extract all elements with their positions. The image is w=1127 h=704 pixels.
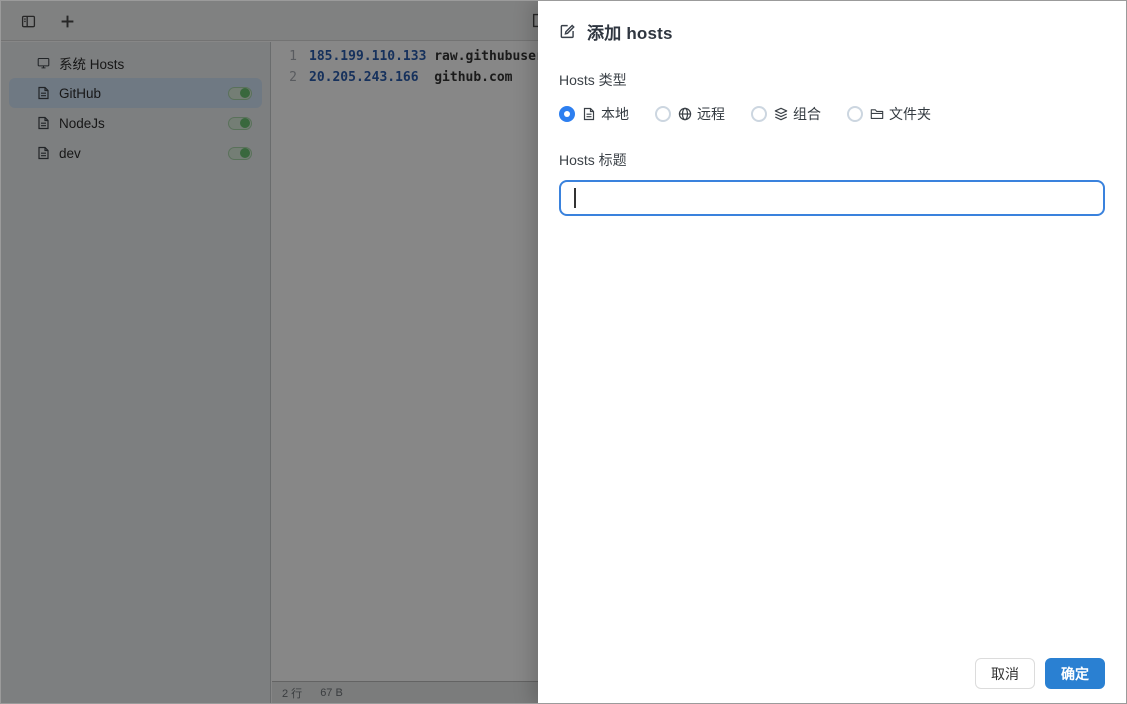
- file-icon: [582, 107, 596, 121]
- radio-option-folder[interactable]: 文件夹: [847, 104, 931, 124]
- add-hosts-drawer: 添加 hosts Hosts 类型 本地 远程 组合 文件夹 Hosts 标题 …: [538, 1, 1126, 703]
- radio-circle: [655, 106, 671, 122]
- radio-label: 组合: [793, 106, 821, 122]
- radio-circle: [559, 106, 575, 122]
- hosts-type-label: Hosts 类型: [559, 72, 627, 88]
- folder-icon: [870, 107, 884, 121]
- radio-circle: [751, 106, 767, 122]
- radio-option-local[interactable]: 本地: [559, 104, 629, 124]
- hosts-type-radio-group: 本地 远程 组合 文件夹: [559, 104, 1105, 124]
- cancel-button[interactable]: 取消: [975, 658, 1035, 689]
- hosts-title-label: Hosts 标题: [559, 152, 627, 168]
- layers-icon: [774, 107, 788, 121]
- drawer-footer: 取消 确定: [975, 658, 1105, 689]
- radio-option-remote[interactable]: 远程: [655, 104, 725, 124]
- app-window: 系统 Hosts GitHub NodeJs dev 1 185.199.110…: [0, 0, 1127, 704]
- radio-label: 文件夹: [889, 106, 931, 122]
- radio-circle: [847, 106, 863, 122]
- hosts-title-input-wrap: [559, 180, 1105, 216]
- edit-icon: [559, 23, 576, 40]
- globe-icon: [678, 107, 692, 121]
- hosts-title-input[interactable]: [559, 180, 1105, 216]
- text-caret: [574, 188, 576, 208]
- drawer-header: 添加 hosts: [559, 19, 1105, 44]
- radio-option-group[interactable]: 组合: [751, 104, 821, 124]
- drawer-title: 添加 hosts: [587, 24, 673, 43]
- radio-label: 远程: [697, 106, 725, 122]
- radio-label: 本地: [601, 106, 629, 122]
- confirm-button[interactable]: 确定: [1045, 658, 1105, 689]
